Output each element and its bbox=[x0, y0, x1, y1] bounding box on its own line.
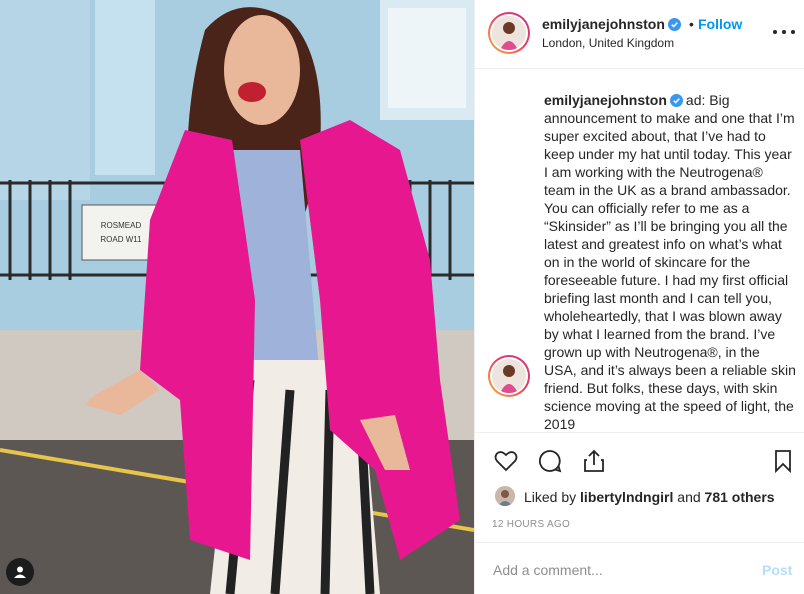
post-comment-button[interactable]: Post bbox=[762, 562, 792, 578]
tagged-people-button[interactable] bbox=[6, 558, 34, 586]
liker-username[interactable]: libertylndngirl bbox=[580, 489, 673, 505]
author-avatar[interactable] bbox=[488, 12, 530, 54]
separator-dot: • bbox=[689, 16, 694, 32]
post-header: emilyjanejohnston • Follow London, Unite… bbox=[475, 0, 804, 69]
post-caption: emilyjanejohnston ad: Big announcement to… bbox=[544, 91, 796, 432]
avatar-photo bbox=[492, 359, 526, 393]
share-icon[interactable] bbox=[580, 447, 608, 475]
author-username[interactable]: emilyjanejohnston bbox=[542, 16, 681, 32]
action-bar bbox=[475, 432, 804, 488]
user-tag-icon bbox=[14, 566, 26, 578]
author-username-text: emilyjanejohnston bbox=[542, 16, 665, 32]
street-sign-line-2: ROAD W11 bbox=[100, 235, 142, 244]
likes-summary: Liked by libertylndngirl and 781 others bbox=[475, 482, 804, 512]
verified-badge-icon bbox=[667, 18, 681, 31]
comments-area[interactable]: emilyjanejohnston ad: Big announcement to… bbox=[475, 69, 804, 432]
avatar-photo bbox=[495, 486, 515, 506]
likes-text: Liked by libertylndngirl and 781 others bbox=[524, 489, 775, 505]
caption-username[interactable]: emilyjanejohnston bbox=[544, 92, 667, 108]
street-sign-line-1: ROSMEAD bbox=[101, 221, 142, 230]
bookmark-icon[interactable] bbox=[769, 447, 797, 475]
ellipsis-horizontal-icon[interactable] bbox=[773, 22, 795, 42]
photo-illustration: ROSMEAD ROAD W11 bbox=[0, 0, 474, 594]
post-timestamp[interactable]: 12 HOURS AGO bbox=[492, 519, 570, 530]
follow-button[interactable]: Follow bbox=[698, 16, 742, 32]
likes-count-link[interactable]: 781 others bbox=[705, 489, 775, 505]
add-comment-bar: Post bbox=[475, 542, 804, 594]
liker-avatar[interactable] bbox=[495, 486, 515, 506]
post-photo[interactable]: ROSMEAD ROAD W11 bbox=[0, 0, 474, 594]
caption-text: ad: Big announcement to make and one tha… bbox=[544, 92, 796, 432]
caption-author-avatar[interactable] bbox=[488, 355, 530, 397]
comment-bubble-icon[interactable] bbox=[536, 447, 564, 475]
post-location[interactable]: London, United Kingdom bbox=[542, 36, 674, 50]
likes-conjunction: and bbox=[677, 489, 701, 505]
comment-input[interactable] bbox=[493, 559, 743, 581]
verified-badge-icon bbox=[669, 94, 683, 107]
post-side-panel: emilyjanejohnston • Follow London, Unite… bbox=[474, 0, 804, 594]
likes-prefix: Liked by bbox=[524, 489, 577, 505]
avatar-photo bbox=[492, 16, 526, 50]
heart-icon[interactable] bbox=[492, 447, 520, 475]
